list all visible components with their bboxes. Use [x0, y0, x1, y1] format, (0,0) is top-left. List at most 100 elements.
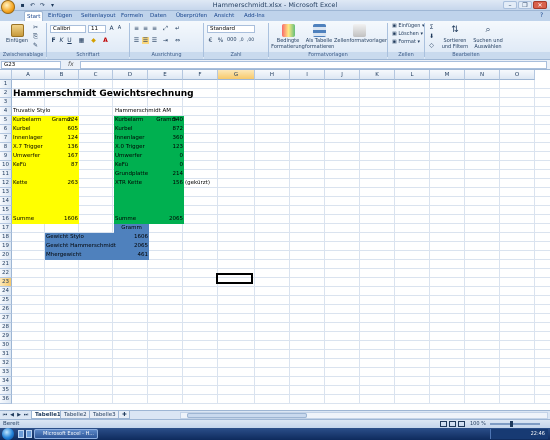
- paste-button[interactable]: Einfügen: [4, 24, 30, 44]
- name-box[interactable]: G23: [1, 61, 61, 69]
- column-header[interactable]: H: [255, 70, 290, 80]
- sheet-tab-2[interactable]: Tabelle2: [60, 411, 91, 419]
- tab-formeln[interactable]: Formeln: [119, 11, 145, 21]
- select-all-corner[interactable]: [0, 70, 12, 80]
- align-top-icon[interactable]: ≡: [133, 25, 140, 32]
- column-header[interactable]: C: [79, 70, 113, 80]
- column-header[interactable]: L: [395, 70, 430, 80]
- redo-icon[interactable]: ↷: [38, 1, 47, 10]
- worksheet-grid[interactable]: Hammerschmidt Gewichtsrechnung Truvativ …: [0, 70, 550, 410]
- row-header[interactable]: 6: [0, 125, 12, 134]
- column-header[interactable]: O: [500, 70, 535, 80]
- row-header[interactable]: 25: [0, 296, 12, 305]
- undo-icon[interactable]: ↶: [28, 1, 37, 10]
- column-header[interactable]: D: [113, 70, 148, 80]
- conditional-formatting-button[interactable]: Bedingte Formatierung: [271, 24, 305, 50]
- clear-icon[interactable]: ◇: [428, 42, 435, 49]
- row-header[interactable]: 26: [0, 305, 12, 314]
- row-header[interactable]: 15: [0, 206, 12, 215]
- font-name-select[interactable]: Calibri: [50, 25, 86, 33]
- tab-daten[interactable]: Daten: [148, 11, 169, 21]
- row-header[interactable]: 17: [0, 224, 12, 233]
- decrease-decimal-icon[interactable]: ,00: [247, 37, 254, 44]
- switch-windows-icon[interactable]: [26, 430, 32, 438]
- office-button[interactable]: [1, 0, 15, 14]
- row-header[interactable]: 23: [0, 278, 12, 287]
- column-header[interactable]: A: [12, 70, 45, 80]
- wrap-text-icon[interactable]: ↵: [174, 25, 181, 32]
- tab-einfuegen[interactable]: Einfügen: [46, 11, 74, 21]
- fill-color-icon[interactable]: ◆: [90, 37, 97, 44]
- row-header[interactable]: 32: [0, 359, 12, 368]
- sheet-tab-3[interactable]: Tabelle3: [89, 411, 120, 419]
- save-icon[interactable]: ▪: [18, 1, 27, 10]
- start-button[interactable]: [2, 428, 14, 440]
- autosum-icon[interactable]: Σ: [428, 24, 435, 31]
- tab-ansicht[interactable]: Ansicht: [212, 11, 236, 21]
- normal-view-icon[interactable]: [440, 421, 447, 427]
- row-header[interactable]: 1: [0, 80, 12, 89]
- prev-sheet-icon[interactable]: ◀: [9, 412, 15, 419]
- taskbar-excel-button[interactable]: Microsoft Excel - H...: [34, 429, 98, 439]
- row-header[interactable]: 5: [0, 116, 12, 125]
- row-header[interactable]: 20: [0, 251, 12, 260]
- underline-icon[interactable]: U: [66, 37, 73, 44]
- row-header[interactable]: 12: [0, 179, 12, 188]
- shrink-font-icon[interactable]: A: [116, 25, 123, 32]
- merge-center-icon[interactable]: ⇔: [174, 37, 181, 44]
- font-size-select[interactable]: 11: [88, 25, 106, 33]
- column-header[interactable]: K: [360, 70, 395, 80]
- row-header[interactable]: 35: [0, 386, 12, 395]
- row-header[interactable]: 9: [0, 152, 12, 161]
- insert-cells-button[interactable]: ▣ Einfügen ▾: [392, 23, 425, 30]
- cut-icon[interactable]: ✂: [32, 24, 39, 31]
- number-format-select[interactable]: Standard: [207, 25, 255, 33]
- row-header[interactable]: 4: [0, 107, 12, 116]
- tab-addins[interactable]: Add-Ins: [242, 11, 267, 21]
- grow-font-icon[interactable]: A: [108, 25, 115, 32]
- column-header[interactable]: M: [430, 70, 465, 80]
- thousands-icon[interactable]: 000: [227, 37, 237, 44]
- align-bottom-icon[interactable]: ≡: [151, 25, 158, 32]
- next-sheet-icon[interactable]: ▶: [16, 412, 22, 419]
- minimize-button[interactable]: –: [503, 1, 517, 9]
- row-header[interactable]: 11: [0, 170, 12, 179]
- first-sheet-icon[interactable]: ⏮: [2, 412, 8, 419]
- column-header[interactable]: J: [325, 70, 360, 80]
- italic-icon[interactable]: K: [58, 37, 65, 44]
- row-header[interactable]: 27: [0, 314, 12, 323]
- last-sheet-icon[interactable]: ⏭: [23, 412, 29, 419]
- row-header[interactable]: 14: [0, 197, 12, 206]
- zoom-slider[interactable]: [490, 421, 540, 427]
- column-header[interactable]: N: [465, 70, 500, 80]
- format-cells-button[interactable]: ▣ Format ▾: [392, 39, 420, 46]
- column-header[interactable]: I: [290, 70, 325, 80]
- row-header[interactable]: 29: [0, 332, 12, 341]
- column-header[interactable]: B: [45, 70, 79, 80]
- currency-icon[interactable]: €: [207, 37, 214, 44]
- orientation-icon[interactable]: ⤢: [162, 25, 169, 32]
- row-header[interactable]: 2: [0, 89, 12, 98]
- align-center-icon[interactable]: ☰: [142, 37, 149, 44]
- increase-decimal-icon[interactable]: ,0: [238, 37, 245, 44]
- column-header[interactable]: G: [218, 70, 255, 80]
- tab-ueberpruefen[interactable]: Überprüfen: [174, 11, 209, 21]
- row-header[interactable]: 31: [0, 350, 12, 359]
- formula-input[interactable]: [80, 61, 547, 69]
- delete-cells-button[interactable]: ▣ Löschen ▾: [392, 31, 423, 38]
- maximize-button[interactable]: ❐: [518, 1, 532, 9]
- percent-icon[interactable]: %: [217, 37, 224, 44]
- row-header[interactable]: 8: [0, 143, 12, 152]
- find-select-button[interactable]: ⌕ Suchen und Auswählen: [472, 24, 504, 50]
- align-left-icon[interactable]: ☰: [133, 37, 140, 44]
- row-header[interactable]: 10: [0, 161, 12, 170]
- row-header[interactable]: 36: [0, 395, 12, 404]
- row-header[interactable]: 7: [0, 134, 12, 143]
- row-header[interactable]: 18: [0, 233, 12, 242]
- row-header[interactable]: 21: [0, 260, 12, 269]
- show-desktop-icon[interactable]: [18, 430, 24, 438]
- row-header[interactable]: 33: [0, 368, 12, 377]
- new-sheet-button[interactable]: ✚: [118, 411, 130, 419]
- page-layout-view-icon[interactable]: [449, 421, 456, 427]
- sort-filter-button[interactable]: ⇅ Sortieren und Filtern: [440, 24, 470, 50]
